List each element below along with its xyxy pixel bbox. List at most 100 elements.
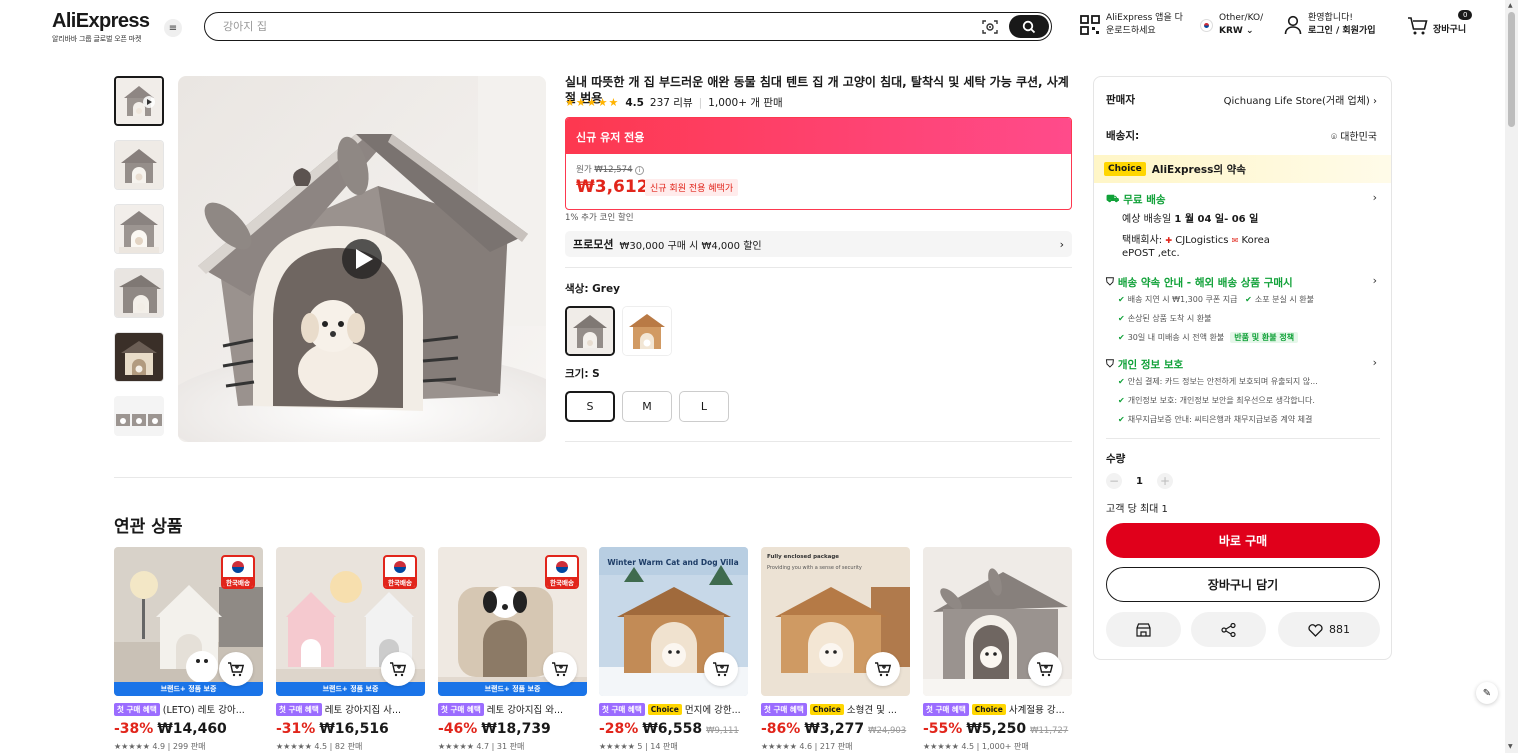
original-price: 원가 ₩12,574 i [576, 163, 645, 175]
choice-badge: Choice [1104, 162, 1146, 176]
buy-now-button[interactable]: 바로 구매 [1106, 523, 1380, 558]
camera-search-icon[interactable] [981, 18, 999, 36]
related-product-card[interactable]: Winter Warm Cat and Dog Villa 첫 구매 혜택 Choi… [599, 547, 748, 752]
related-product-image[interactable]: Winter Warm Cat and Dog Villa [599, 547, 748, 696]
main-product-image[interactable] [178, 76, 546, 442]
divider [565, 267, 1072, 268]
login-link[interactable]: 로그인 / 회원가입 [1308, 25, 1376, 38]
app-line1: AliExpress 앱을 다 [1106, 13, 1183, 23]
chevron-right-icon[interactable]: › [1373, 356, 1377, 369]
related-product-title-line[interactable]: 첫 구매 혜택 레토 강아지집 사... [276, 702, 425, 716]
related-product-price-line: -28% ₩6,558 ₩9,111 [599, 721, 748, 737]
seller-link[interactable]: Qichuang Life Store(거래 업체) › [1224, 92, 1377, 107]
logo-text: AliExpress [52, 10, 150, 32]
chevron-right-icon[interactable]: › [1373, 191, 1377, 204]
account-menu[interactable]: 환영합니다! 로그인 / 회원가입 [1284, 12, 1376, 38]
divider [114, 477, 1072, 478]
first-purchase-badge: 첫 구매 혜택 [114, 702, 160, 716]
related-product-title-line[interactable]: 첫 구매 혜택 (LETO) 레토 강아... [114, 702, 263, 716]
related-product-image[interactable] [923, 547, 1072, 696]
add-to-cart-icon[interactable] [381, 652, 415, 686]
add-to-cart-icon[interactable] [1028, 652, 1062, 686]
share-button[interactable] [1191, 612, 1266, 647]
region-currency: KRW [1219, 26, 1243, 36]
store-icon [1136, 622, 1151, 637]
app-download[interactable]: AliExpress 앱을 다 운로드하세요 [1080, 12, 1183, 38]
related-product-card[interactable]: 한국배송 브랜드+ 정품 보증첫 구매 혜택 레토 강아지집 사... -31% ₩16… [276, 547, 425, 752]
first-purchase-badge: 첫 구매 혜택 [923, 702, 969, 716]
thumbnail-3[interactable] [114, 204, 164, 254]
related-product-title: (LETO) 레토 강아... [162, 705, 245, 716]
add-to-cart-icon[interactable] [704, 652, 738, 686]
scroll-down-icon[interactable]: ▼ [1508, 743, 1513, 750]
thumbnail-4[interactable] [114, 268, 164, 318]
add-to-cart-icon[interactable] [866, 652, 900, 686]
scroll-thumb[interactable] [1508, 12, 1515, 127]
review-count[interactable]: 237 리뷰 [650, 95, 693, 110]
edit-icon[interactable]: ✎ [1476, 682, 1498, 704]
related-product-card[interactable]: 첫 구매 혜택 Choice 사계절용 강... -55% ₩5,250 ₩11,727 ★… [923, 547, 1072, 752]
thumbnail-5[interactable] [114, 332, 164, 382]
cart-icon [1408, 17, 1428, 35]
related-product-card[interactable]: Fully enclosed package Providing you with… [761, 547, 910, 752]
region-selector[interactable]: Other/KO/KRW ⌄ [1200, 12, 1263, 38]
add-to-cart-icon[interactable] [219, 652, 253, 686]
korea-shipping-badge: 한국배송 [383, 555, 417, 589]
privacy-item: ✔ 안심 결제: 카드 정보는 안전하게 보호되며 유출되지 않... [1118, 377, 1318, 386]
menu-icon[interactable]: ≡ [164, 19, 182, 37]
free-shipping-title[interactable]: ⛟ 무료 배송 [1106, 192, 1166, 207]
related-product-title-line[interactable]: 첫 구매 혜택 Choice 소형견 및 ... [761, 702, 910, 716]
product-rating[interactable]: ★★★★★ 4.5 237 리뷰 | 1,000+ 개 판매 [565, 95, 783, 110]
privacy-title[interactable]: ⛉ 개인 정보 보호 [1106, 357, 1183, 372]
discount-percent: -31% [276, 721, 316, 737]
size-option-l[interactable]: L [679, 391, 729, 422]
related-product-image[interactable]: Fully enclosed package Providing you with… [761, 547, 910, 696]
chevron-right-icon[interactable]: › [1373, 274, 1377, 287]
delivery-promise-title[interactable]: ⛉ 배송 약속 안내 - 해외 배송 상품 구매시 [1106, 275, 1293, 290]
promise-item: ✔ 30일 내 미배송 시 전액 환불 반품 및 환불 정책 [1118, 332, 1299, 343]
related-product-title-line[interactable]: 첫 구매 혜택 레토 강아지집 와... [438, 702, 587, 716]
related-product-image[interactable]: 한국배송 브랜드+ 정품 보증 [114, 547, 263, 696]
ship-to-selector[interactable]: ⌾ 대한민국 [1331, 128, 1377, 143]
related-product-image[interactable]: 한국배송 브랜드+ 정품 보증 [276, 547, 425, 696]
thumbnail-2[interactable] [114, 140, 164, 190]
store-button[interactable] [1106, 612, 1181, 647]
discount-percent: -55% [923, 721, 963, 737]
promise-item: ✔ 배송 지연 시 ₩1,300 쿠폰 지급 ✔ 소포 분실 시 환불 [1118, 295, 1314, 304]
increase-qty-button[interactable]: + [1156, 473, 1173, 489]
search-button[interactable] [1009, 15, 1049, 38]
add-to-cart-button[interactable]: 장바구니 담기 [1106, 567, 1380, 602]
quantity-value[interactable]: 1 [1136, 476, 1143, 487]
promotion-banner[interactable]: 프로모션 ₩30,000 구매 시 ₩4,000 할인 › [565, 231, 1072, 257]
price-tag: 신규 회원 전용 혜택가 [645, 179, 739, 196]
size-option-m[interactable]: M [622, 391, 672, 422]
size-option-s[interactable]: S [565, 391, 615, 422]
add-to-cart-icon[interactable] [543, 652, 577, 686]
decrease-qty-button[interactable]: − [1106, 473, 1122, 489]
promise-item: ✔ 손상된 상품 도착 시 환불 [1118, 314, 1212, 323]
ship-to-label: 배송지: [1106, 130, 1140, 142]
divider [565, 441, 1072, 442]
location-pin-icon: ⌾ [1331, 132, 1337, 143]
related-product-card[interactable]: 한국배송 브랜드+ 정품 보증 첫 구매 혜택 레토 강아지집 와... -46% ₩18… [438, 547, 587, 752]
thumbnail-6[interactable] [114, 396, 164, 436]
related-product-title-line[interactable]: 첫 구매 혜택 Choice 먼지에 강한... [599, 702, 748, 716]
thumbnail-video[interactable] [114, 76, 164, 126]
page-scrollbar[interactable]: ▲ ▼ [1505, 0, 1518, 753]
scroll-up-icon[interactable]: ▲ [1508, 2, 1513, 9]
aliexpress-logo[interactable]: AliExpress 알리바바 그룹 글로벌 오픈 마켓 [52, 10, 150, 44]
search-input[interactable] [223, 17, 923, 36]
refund-policy-link[interactable]: 반품 및 환불 정책 [1230, 332, 1299, 343]
related-product-price-line: -31% ₩16,516 [276, 721, 425, 737]
related-product-rating: ★★★★★ 4.6 | 217 판매 [761, 742, 853, 751]
related-product-card[interactable]: 한국배송 브랜드+ 정품 보증 첫 구매 혜택 (LETO) 레토 강아... -38%… [114, 547, 263, 752]
wishlist-button[interactable]: 881 [1278, 612, 1380, 647]
related-product-image[interactable]: 한국배송 브랜드+ 정품 보증 [438, 547, 587, 696]
color-swatch-grey[interactable] [565, 306, 615, 356]
share-icon [1221, 622, 1236, 637]
cart-link[interactable]: 0 장바구니 [1407, 10, 1473, 37]
color-swatch-brown[interactable] [622, 306, 672, 356]
info-icon[interactable]: i [635, 166, 645, 175]
first-purchase-badge: 첫 구매 혜택 [761, 702, 807, 716]
related-product-title-line[interactable]: 첫 구매 혜택 Choice 사계절용 강... [923, 702, 1072, 716]
